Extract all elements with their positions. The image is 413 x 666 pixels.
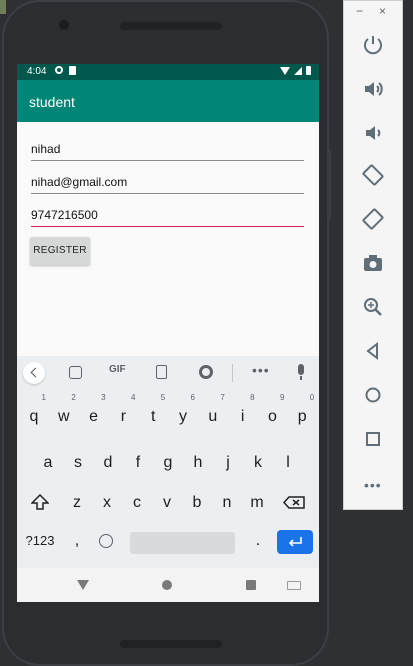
phone-field[interactable]: 9747216500 bbox=[31, 202, 304, 227]
key-hint-9: 9 bbox=[279, 393, 285, 402]
key-hint-7: 7 bbox=[220, 393, 225, 402]
zoom-icon[interactable] bbox=[361, 295, 385, 319]
key-y[interactable]: y6 bbox=[170, 393, 196, 432]
status-bar: 4:04 bbox=[17, 64, 319, 80]
key-hint-8: 8 bbox=[250, 393, 255, 402]
status-time: 4:04 bbox=[27, 66, 47, 77]
key-hint-1: 1 bbox=[41, 393, 46, 402]
shift-icon[interactable] bbox=[31, 494, 49, 510]
comma-key[interactable]: , bbox=[64, 526, 90, 556]
key-hint-6: 6 bbox=[190, 393, 195, 402]
key-e[interactable]: e3 bbox=[81, 393, 107, 432]
key-d[interactable]: d bbox=[95, 448, 121, 478]
backspace-icon[interactable] bbox=[283, 496, 305, 509]
key-hint-4: 4 bbox=[130, 393, 136, 402]
key-t[interactable]: t5 bbox=[140, 393, 166, 432]
soft-keyboard: GIF ••• q1w2e3r4t5y6u7i8o9p0 asdfghjkl z… bbox=[17, 356, 319, 568]
key-s[interactable]: s bbox=[65, 448, 91, 478]
back-icon[interactable] bbox=[361, 339, 385, 363]
settings-notification-icon bbox=[55, 66, 63, 74]
clipboard-icon[interactable] bbox=[156, 365, 167, 379]
key-g[interactable]: g bbox=[155, 448, 181, 478]
more-options-icon[interactable]: ••• bbox=[364, 477, 382, 493]
cell-signal-icon bbox=[294, 66, 302, 75]
keyboard-switch-icon[interactable] bbox=[287, 581, 301, 590]
bottom-speaker bbox=[120, 640, 222, 648]
key-a[interactable]: a bbox=[35, 448, 61, 478]
keyboard-toolbar: GIF ••• bbox=[17, 356, 319, 390]
emulator-control-panel: − × ••• bbox=[343, 0, 403, 510]
enter-arrow-icon bbox=[288, 537, 302, 547]
email-field[interactable]: nihad@gmail.com bbox=[31, 169, 304, 194]
nav-back-icon[interactable] bbox=[77, 580, 89, 590]
gif-button[interactable]: GIF bbox=[109, 364, 126, 375]
name-field[interactable]: nihad bbox=[31, 136, 304, 161]
key-o[interactable]: o9 bbox=[259, 393, 285, 432]
key-r[interactable]: r4 bbox=[110, 393, 136, 432]
desktop-strip bbox=[0, 0, 6, 14]
key-u[interactable]: u7 bbox=[200, 393, 226, 432]
sticker-icon[interactable] bbox=[69, 366, 82, 379]
key-j[interactable]: j bbox=[215, 448, 241, 478]
sdcard-notification-icon bbox=[69, 66, 76, 75]
mic-icon[interactable] bbox=[298, 364, 304, 380]
key-b[interactable]: b bbox=[184, 488, 210, 518]
key-i[interactable]: i8 bbox=[230, 393, 256, 432]
register-button[interactable]: REGISTER bbox=[30, 237, 90, 265]
key-x[interactable]: x bbox=[94, 488, 120, 518]
front-camera bbox=[59, 20, 69, 30]
key-v[interactable]: v bbox=[154, 488, 180, 518]
key-z[interactable]: z bbox=[64, 488, 90, 518]
key-p[interactable]: p0 bbox=[289, 393, 315, 432]
key-hint-5: 5 bbox=[160, 393, 166, 402]
name-field-value: nihad bbox=[31, 142, 61, 156]
volume-down-icon[interactable] bbox=[361, 121, 385, 145]
device-frame: 4:04 student nihad nihad@gmail.com 97472… bbox=[2, 0, 331, 666]
home-icon[interactable] bbox=[361, 383, 385, 407]
nav-home-icon[interactable] bbox=[162, 580, 172, 590]
keyboard-settings-icon[interactable] bbox=[199, 365, 213, 379]
key-hint-3: 3 bbox=[101, 393, 106, 402]
wifi-icon bbox=[280, 66, 290, 75]
more-options-icon[interactable]: ••• bbox=[252, 362, 270, 378]
volume-up-icon[interactable] bbox=[361, 77, 385, 101]
key-hint-0: 0 bbox=[309, 393, 315, 402]
key-n[interactable]: n bbox=[214, 488, 240, 518]
enter-key[interactable] bbox=[277, 530, 313, 554]
symbols-key[interactable]: ?123 bbox=[25, 526, 55, 556]
rotate-right-icon[interactable] bbox=[361, 207, 385, 231]
key-hint-2: 2 bbox=[71, 393, 76, 402]
camera-icon[interactable] bbox=[361, 251, 385, 275]
power-icon[interactable] bbox=[361, 33, 385, 57]
key-w[interactable]: w2 bbox=[51, 393, 77, 432]
key-h[interactable]: h bbox=[185, 448, 211, 478]
key-c[interactable]: c bbox=[124, 488, 150, 518]
app-title: student bbox=[29, 94, 75, 110]
phone-field-value: 9747216500 bbox=[31, 208, 98, 222]
toolbar-divider bbox=[232, 364, 233, 382]
overview-icon[interactable] bbox=[361, 427, 385, 451]
app-bar: student bbox=[17, 80, 319, 122]
earpiece-speaker bbox=[120, 22, 222, 30]
space-key[interactable] bbox=[130, 532, 235, 554]
device-screen: 4:04 student nihad nihad@gmail.com 97472… bbox=[17, 64, 319, 602]
key-f[interactable]: f bbox=[125, 448, 151, 478]
rotate-left-icon[interactable] bbox=[361, 163, 385, 187]
close-button[interactable]: × bbox=[379, 4, 386, 18]
system-nav-bar bbox=[17, 568, 319, 602]
keyboard-collapse-icon[interactable] bbox=[23, 362, 45, 384]
key-k[interactable]: k bbox=[245, 448, 271, 478]
key-l[interactable]: l bbox=[275, 448, 301, 478]
minimize-button[interactable]: − bbox=[356, 4, 363, 18]
key-m[interactable]: m bbox=[244, 488, 270, 518]
email-field-value: nihad@gmail.com bbox=[31, 175, 128, 189]
nav-recents-icon[interactable] bbox=[246, 580, 256, 590]
key-q[interactable]: q1 bbox=[21, 393, 47, 432]
emoji-icon[interactable] bbox=[99, 534, 113, 548]
device-side-button[interactable] bbox=[327, 150, 331, 220]
battery-icon bbox=[306, 66, 311, 75]
period-key[interactable]: . bbox=[245, 526, 271, 556]
